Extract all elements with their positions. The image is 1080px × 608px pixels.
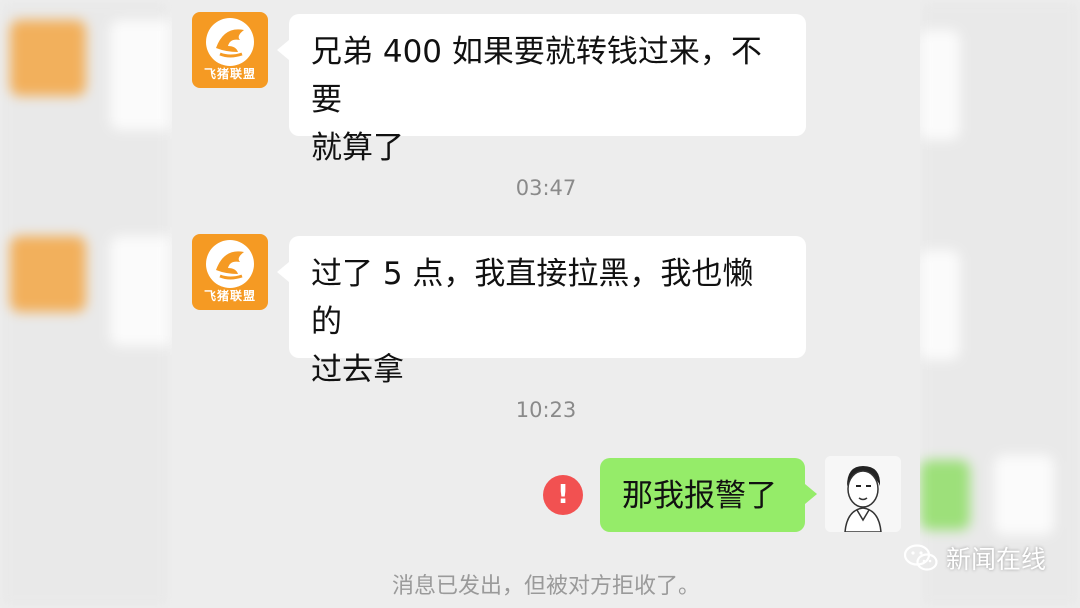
system-notice: 消息已发出，但被对方拒收了。 [391,574,700,599]
user-avatar[interactable] [825,456,901,532]
message-text-line: 过去拿 [311,352,404,388]
message-text-line: 过了 5 点，我直接拉黑，我也懒的 [311,256,754,340]
contact-avatar[interactable]: 飞猪联盟 [192,234,268,310]
contact-avatar[interactable]: 飞猪联盟 [192,12,268,88]
message-text-line: 兄弟 400 如果要就转钱过来，不要 [311,34,762,118]
chat-panel: 飞猪联盟 兄弟 400 如果要就转钱过来，不要 就算了 03:47 飞猪联盟 过… [172,0,920,608]
brand-logo-icon [206,18,254,66]
message-bubble-sent[interactable]: 那我报警了 [600,458,817,532]
message-text-line: 就算了 [311,130,404,166]
user-portrait-icon [825,456,901,532]
message-bubble-received[interactable]: 过了 5 点，我直接拉黑，我也懒的 过去拿 [277,236,806,388]
avatar-brand-text: 飞猪联盟 [203,289,256,303]
message-text-line: 那我报警了 [622,478,777,514]
timestamp: 03:47 [515,176,577,200]
send-failed-icon[interactable]: ! [543,475,583,515]
watermark-text: 新闻在线 [945,545,1046,574]
watermark: 新闻在线 [903,540,1046,576]
blurred-right-background [920,0,1080,608]
message-bubble-received[interactable]: 兄弟 400 如果要就转钱过来，不要 就算了 [277,14,806,166]
brand-logo-icon [206,240,254,288]
blurred-left-background [0,0,170,608]
avatar-brand-text: 飞猪联盟 [203,67,256,81]
wechat-icon [903,544,938,571]
timestamp: 10:23 [515,398,577,422]
